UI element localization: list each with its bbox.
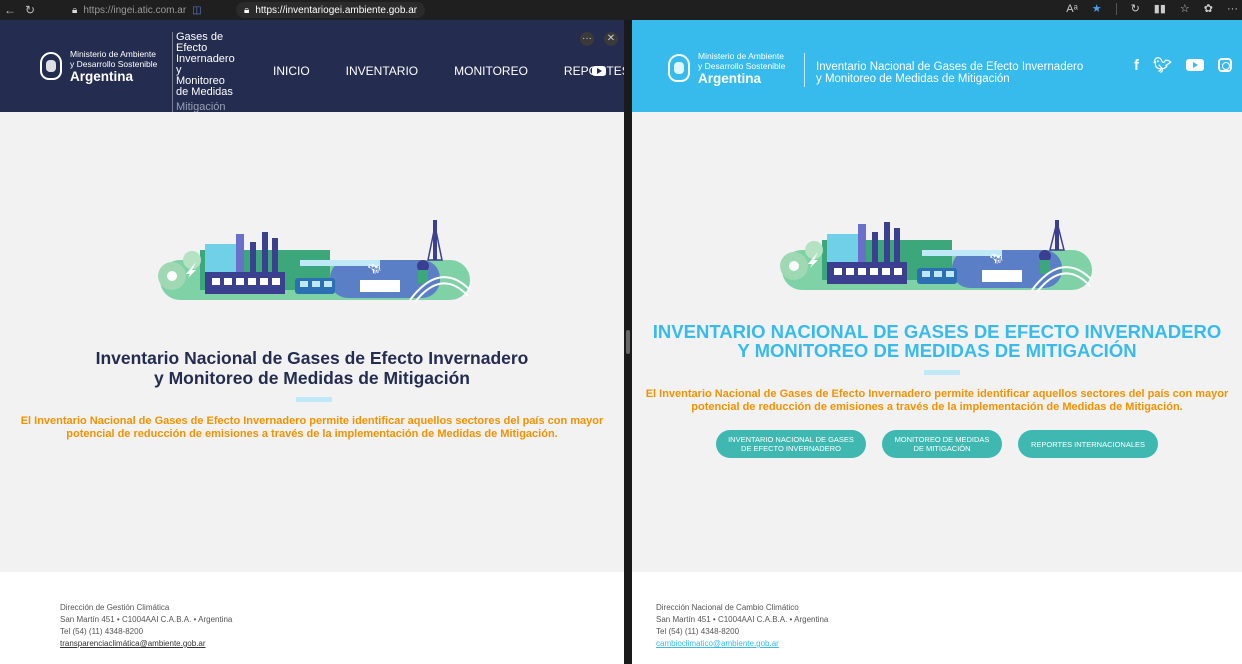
youtube-icon[interactable] [1186,59,1204,71]
toolbar-divider [1115,2,1117,15]
description-line1: El Inventario Nacional de Gases de Efect… [645,388,1229,400]
left-pane: Ministerio de Ambiente y Desarrollo Sost… [0,20,624,664]
right-logo[interactable]: Ministerio de Ambiente y Desarrollo Sost… [632,47,785,86]
divider-handle[interactable] [626,330,630,354]
description-line2: potencial de reducción de emisiones a tr… [691,401,1183,413]
hero-title-line2: Y MONITOREO DE MEDIDAS DE MITIGACIÓN [737,340,1137,361]
left-site-title[interactable]: Gases de Efecto Invernadero y Monitoreo … [172,32,246,132]
browser-actions: Aᵃ ★ ↻ ▮▮ ☆ ✿ ··· [1066,2,1238,15]
left-main: 🐄︎ Inventario Nacional de Gases de Efect… [0,112,624,572]
button-label: DE EFECTO INVERNADERO [741,444,841,453]
pane-controls: ··· ✕ [580,32,618,46]
more-icon[interactable]: ··· [1227,3,1238,15]
refresh-icon[interactable]: ↻ [1131,2,1140,15]
logo-line3: Argentina [698,70,762,86]
logo-line2: y Desarrollo Sostenible [698,60,786,71]
hero-title-line1: Inventario Nacional de Gases de Efecto I… [95,348,529,368]
footer-office: Dirección de Gestión Climática [60,603,170,612]
button-label: REPORTES INTERNACIONALES [1030,439,1146,449]
logo-line1: Ministerio de Ambiente [698,50,784,61]
hero-illustration: 🐄︎ [158,220,471,303]
inventario-button[interactable]: INVENTARIO NACIONAL DE GASES DE EFECTO IN… [716,430,866,458]
hero-title-line1: INVENTARIO NACIONAL DE GASES DE EFECTO I… [652,321,1222,342]
description-line1: El Inventario Nacional de Gases de Efect… [20,415,604,427]
right-footer: Dirección Nacional de Cambio Climático S… [632,572,1242,664]
split-divider[interactable] [624,20,632,664]
right-url: https://inventariogei.ambiente.gob.ar [255,4,418,16]
favorite-star-icon[interactable]: ★ [1092,2,1102,15]
lock-icon: 🔒︎ [244,4,250,16]
right-pane: Ministerio de Ambiente y Desarrollo Sost… [632,20,1242,664]
site-title-line1: Inventario Nacional de Gases de Efecto I… [816,61,1084,73]
twitter-icon[interactable]: 🐦︎ [1153,56,1172,74]
instagram-icon[interactable] [1218,58,1232,72]
extensions-icon[interactable]: ✿ [1204,2,1213,15]
split-view-icon[interactable]: ▮▮ [1154,2,1166,15]
hero-illustration: 🐄︎ [780,220,1093,293]
footer-address: San Martín 451 • C1004AAI C.A.B.A. • Arg… [656,615,829,624]
left-header: Ministerio de Ambiente y Desarrollo Sost… [0,20,624,132]
svg-text:🐄︎: 🐄︎ [368,263,381,275]
reportes-button[interactable]: REPORTES INTERNACIONALES [1018,430,1158,458]
left-footer: Dirección de Gestión Climática San Martí… [0,572,624,664]
hero-description: El Inventario Nacional de Gases de Efect… [632,388,1242,414]
reload-icon[interactable]: ↻ [20,3,40,17]
lock-icon: 🔒︎ [72,4,78,16]
coat-of-arms-icon [40,52,62,80]
right-address-bar[interactable]: 🔒︎ https://inventariogei.ambiente.gob.ar [236,2,426,18]
footer-office: Dirección Nacional de Cambio Climático [656,603,799,612]
pane-more-icon[interactable]: ··· [580,32,594,46]
accent-bar [924,370,960,375]
browser-toolbar: ← ↻ 🔒︎ https://ingei.atic.com.ar ◫ 🔒︎ ht… [0,0,1242,20]
pane-close-icon[interactable]: ✕ [604,32,618,46]
footer-phone: Tel (54) (11) 4348-8200 [656,627,740,636]
menu-monitoreo[interactable]: MONITOREO [454,64,528,78]
favorites-icon[interactable]: ☆ [1180,2,1190,15]
left-logo[interactable]: Ministerio de Ambiente y Desarrollo Sost… [0,49,157,84]
left-main-menu: INICIO INVENTARIO MONITOREO REPORTES [273,64,624,78]
right-site-title[interactable]: Inventario Nacional de Gases de Efecto I… [804,53,1084,87]
hero-description: El Inventario Nacional de Gases de Efect… [0,415,624,441]
site-title-line: Invernadero [176,53,235,65]
logo-line1: Ministerio de Ambiente [70,48,156,59]
right-header: Ministerio de Ambiente y Desarrollo Sost… [632,20,1242,112]
read-aloud-icon[interactable]: Aᵃ [1066,3,1077,15]
footer-email-link[interactable]: transparenciaclimática@ambiente.gob.ar [60,639,206,648]
footer-phone: Tel (54) (11) 4348-8200 [60,627,144,636]
monitoreo-button[interactable]: MONITOREO DE MEDIDAS DE MITIGACIÓN [882,430,1002,458]
footer-address: San Martín 451 • C1004AAI C.A.B.A. • Arg… [60,615,233,624]
button-label: INVENTARIO NACIONAL DE GASES [728,435,854,444]
facebook-icon[interactable]: f [1134,57,1139,74]
title-divider [804,53,805,87]
logo-line2: y Desarrollo Sostenible [70,58,158,69]
footer-email-link[interactable]: cambioclimatico@ambiente.gob.ar [656,639,779,648]
hero-title: Inventario Nacional de Gases de Efecto I… [0,348,624,388]
split-screen-icon[interactable]: ◫ [192,5,201,16]
back-icon[interactable]: ← [0,3,20,17]
logo-line3: Argentina [70,68,134,84]
youtube-icon[interactable] [592,66,606,76]
site-title-line: de Medidas [176,86,233,98]
social-links: f 🐦︎ [1134,56,1232,74]
accent-bar [296,397,332,402]
menu-inicio[interactable]: INICIO [273,64,310,78]
left-url: https://ingei.atic.com.ar [83,4,187,16]
hero-title-line2: y Monitoreo de Medidas de Mitigación [154,368,470,388]
description-line2: potencial de reducción de emisiones a tr… [66,428,558,440]
svg-text:🐄︎: 🐄︎ [990,253,1003,265]
hero-title: INVENTARIO NACIONAL DE GASES DE EFECTO I… [632,322,1242,360]
right-main: 🐄︎ INVENTARIO NACIONAL DE GASES DE EFECT… [632,112,1242,572]
button-label: MONITOREO DE MEDIDAS [894,435,990,444]
button-label: DE MITIGACIÓN [913,444,971,453]
site-title-line2: y Monitoreo de Medidas de Mitigación [816,73,1010,85]
menu-inventario[interactable]: INVENTARIO [346,64,418,78]
coat-of-arms-icon [668,54,690,82]
action-buttons: INVENTARIO NACIONAL DE GASES DE EFECTO IN… [632,430,1242,458]
